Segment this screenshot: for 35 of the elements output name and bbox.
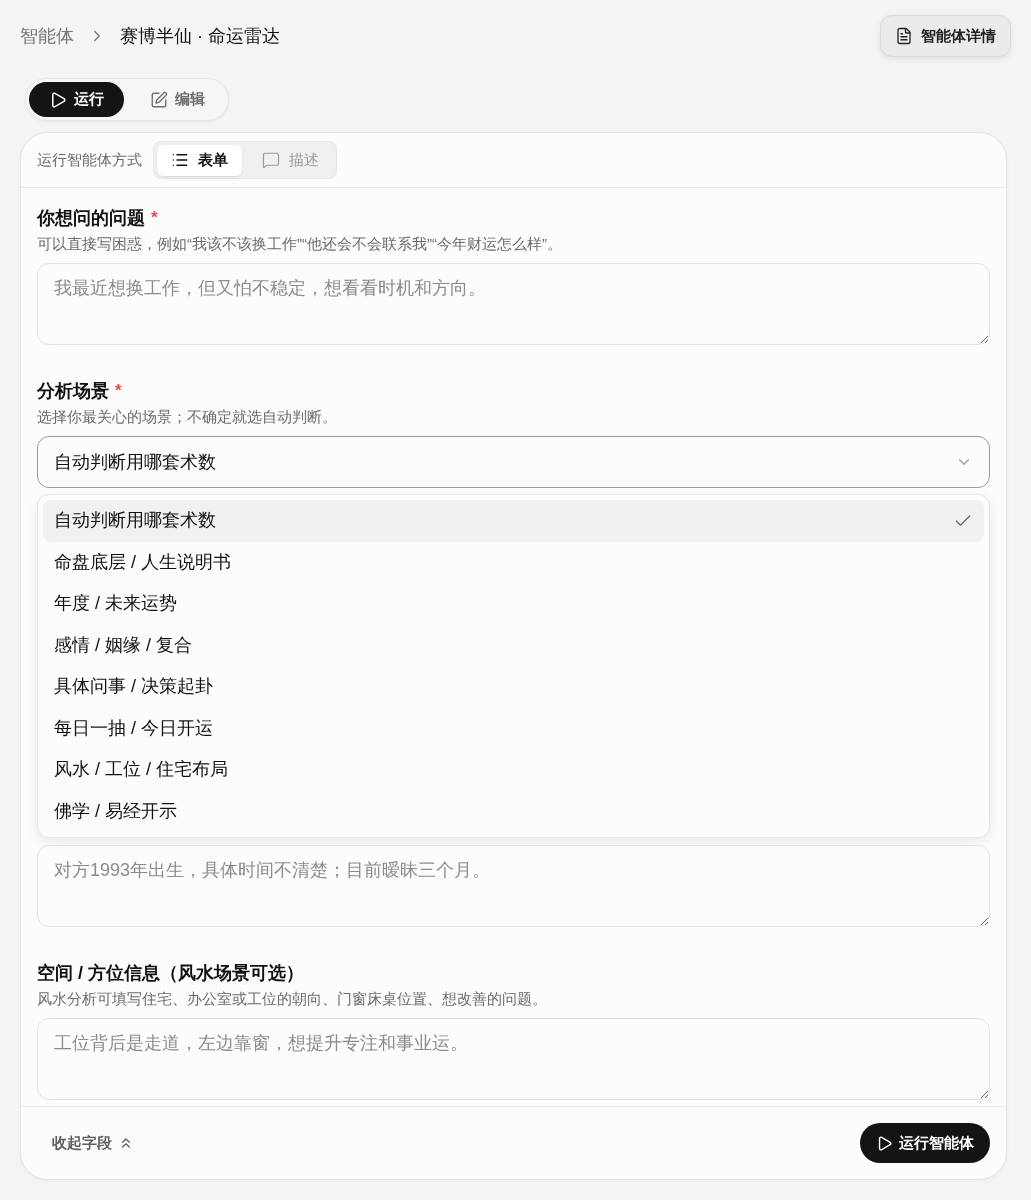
chat-icon (262, 151, 280, 169)
mode-tab[interactable]: 编辑 (130, 82, 225, 117)
field-label: 分析场景 (37, 380, 109, 403)
breadcrumb-item: 赛博半仙 · 命运雷达 (120, 25, 280, 48)
run-mode-label: 运行智能体方式 (37, 149, 142, 170)
textarea-field[interactable]: 对方1993年出生，具体时间不清楚；目前暧昧三个月。 (37, 845, 990, 927)
textarea-field[interactable]: 我最近想换工作，但又怕不稳定，想看看时机和方向。 (37, 263, 990, 345)
dropdown-option[interactable]: 感情 / 姻缘 / 复合 (43, 624, 984, 666)
dropdown-option[interactable]: 命盘底层 / 人生说明书 (43, 541, 984, 583)
dropdown-option[interactable]: 年度 / 未来运势 (43, 583, 984, 625)
list-icon (171, 151, 189, 169)
field-hint: 风水分析可填写住宅、办公室或工位的朝向、门窗床桌位置、想改善的问题。 (37, 989, 548, 1009)
edit-icon (150, 90, 168, 109)
dropdown-option[interactable]: 佛学 / 易经开示 (43, 790, 984, 832)
field-label: 空间 / 方位信息（风水场景可选） (37, 962, 304, 985)
dropdown-option[interactable]: 自动判断用哪套术数 (43, 500, 984, 542)
mode-tab[interactable]: 运行 (29, 82, 124, 117)
details-button[interactable]: 智能体详情 (880, 15, 1011, 57)
field-hint: 可以直接写困惑，例如“我该不该换工作”“他还会不会联系我”“今年财运怎么样”。 (37, 234, 563, 254)
select-field[interactable]: 自动判断用哪套术数 (37, 436, 990, 488)
run-agent-button[interactable]: 运行智能体 (860, 1123, 990, 1163)
dropdown-option[interactable]: 每日一抽 / 今日开运 (43, 707, 984, 749)
breadcrumb-item[interactable]: 智能体 (20, 24, 74, 48)
dropdown-option[interactable]: 风水 / 工位 / 住宅布局 (43, 749, 984, 791)
play-icon (49, 90, 67, 109)
required-mark: * (151, 208, 158, 228)
required-mark: * (115, 381, 122, 401)
textarea-field[interactable]: 工位背后是走道，左边靠窗，想提升专注和事业运。 (37, 1018, 990, 1100)
field-label: 你想问的问题 (37, 207, 145, 230)
dropdown-option[interactable]: 具体问事 / 决策起卦 (43, 666, 984, 708)
field-hint: 选择你最关心的场景；不确定就选自动判断。 (37, 407, 338, 427)
document-icon (895, 27, 913, 45)
collapse-fields-button[interactable]: 收起字段 (52, 1131, 134, 1155)
mode-option[interactable]: 表单 (157, 144, 242, 176)
play-icon (876, 1134, 893, 1152)
